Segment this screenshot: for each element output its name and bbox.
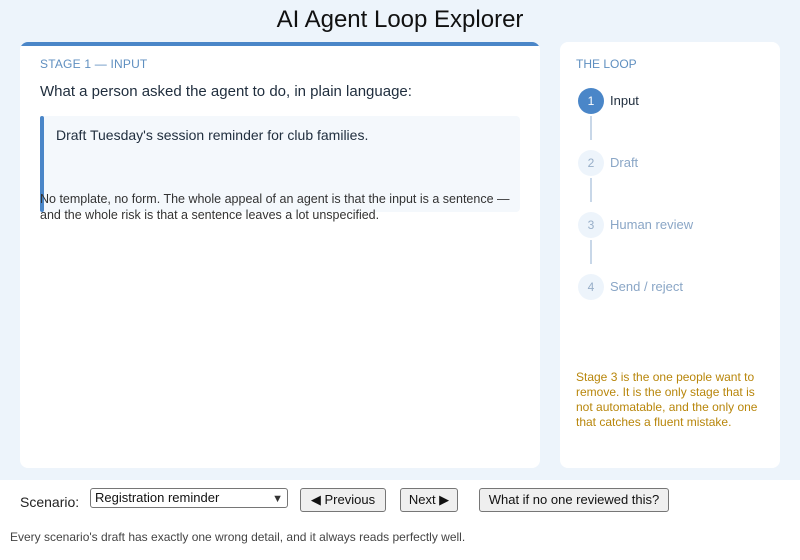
step-label: Draft	[610, 155, 639, 170]
progress-bar	[20, 42, 540, 46]
step-number-badge: 4	[578, 274, 604, 300]
scenario-selected-value: Registration reminder	[95, 490, 220, 505]
step-label: Human review	[610, 217, 694, 232]
what-if-button[interactable]: What if no one reviewed this?	[479, 488, 669, 512]
loop-title: THE LOOP	[576, 57, 637, 71]
loop-panel: THE LOOP 1 Input 2 Draft 3 Human review …	[560, 42, 780, 468]
stage-question: What a person asked the agent to do, in …	[40, 83, 412, 100]
stage-card: STAGE 1 — INPUT What a person asked the …	[20, 42, 540, 468]
step-connector	[590, 178, 592, 202]
chevron-down-icon: ▼	[272, 493, 283, 505]
step-label: Send / reject	[610, 279, 683, 294]
stage-note: No template, no form. The whole appeal o…	[40, 192, 510, 222]
step-number-badge: 3	[578, 212, 604, 238]
scenario-label: Scenario:	[20, 494, 80, 510]
loop-warning-note: Stage 3 is the one people want to remove…	[576, 370, 758, 429]
step-number-badge: 2	[578, 150, 604, 176]
input-text: Draft Tuesday's session reminder for clu…	[56, 127, 369, 143]
app-title: AI Agent Loop Explorer	[276, 6, 524, 33]
step-number-badge: 1	[578, 88, 604, 114]
step-connector	[590, 240, 592, 264]
stage-label: STAGE 1 — INPUT	[40, 57, 148, 71]
loop-step-draft[interactable]: 2 Draft	[576, 150, 766, 178]
loop-step-human-review[interactable]: 3 Human review	[576, 212, 766, 240]
loop-step-send-reject[interactable]: 4 Send / reject	[576, 274, 766, 302]
loop-step-input[interactable]: 1 Input	[576, 88, 766, 116]
next-button[interactable]: Next ▶	[400, 488, 458, 512]
step-label: Input	[610, 93, 639, 108]
scenario-select[interactable]: Registration reminder ▼	[90, 488, 288, 508]
footer-note: Every scenario's draft has exactly one w…	[10, 530, 466, 544]
step-connector	[590, 116, 592, 140]
previous-button[interactable]: ◀ Previous	[300, 488, 386, 512]
controls-bar: Scenario: Registration reminder ▼ ◀ Prev…	[0, 480, 800, 516]
